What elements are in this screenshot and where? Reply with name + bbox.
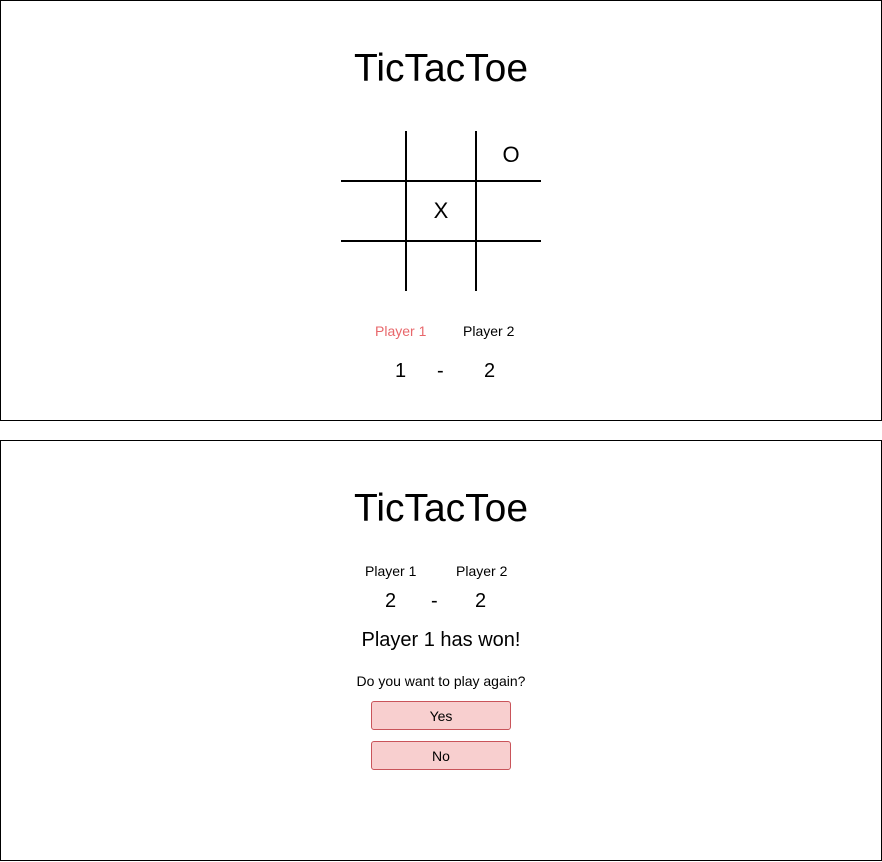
game-title: TicTacToe	[353, 47, 529, 90]
score-separator: -	[431, 590, 438, 612]
winner-message: Player 1 has won!	[361, 629, 521, 651]
play-again-prompt: Do you want to play again?	[356, 673, 526, 689]
board-cell-1[interactable]	[341, 131, 405, 179]
player-1-score: 2	[385, 590, 397, 612]
board-grid-line	[341, 240, 541, 242]
board-grid-line	[341, 180, 541, 182]
player-2-label: Player 2	[463, 323, 515, 339]
player-2-score: 2	[475, 590, 487, 612]
result-title: TicTacToe	[353, 487, 529, 530]
board-cell-4[interactable]	[341, 187, 405, 235]
board-cell-6[interactable]	[479, 187, 543, 235]
no-button[interactable]: No	[371, 741, 511, 770]
board-grid-line	[405, 131, 407, 291]
yes-button[interactable]: Yes	[371, 701, 511, 730]
board-cell-3[interactable]: O	[479, 131, 543, 179]
board-cell-7[interactable]	[341, 243, 405, 291]
board-cell-5[interactable]: X	[409, 187, 473, 235]
game-board: O X	[341, 131, 541, 291]
score-separator: -	[437, 360, 444, 382]
result-panel: TicTacToe Player 1 Player 2 2 - 2 Player…	[0, 440, 882, 861]
player-1-score: 1	[395, 360, 407, 382]
player-2-score: 2	[484, 360, 496, 382]
board-cell-2[interactable]	[409, 131, 473, 179]
player-1-label: Player 1	[365, 563, 417, 579]
board-cell-8[interactable]	[409, 243, 473, 291]
board-cell-9[interactable]	[479, 243, 543, 291]
game-panel: TicTacToe O X Player 1 Player 2 1 - 2	[0, 0, 882, 421]
player-1-label: Player 1	[375, 323, 427, 339]
player-2-label: Player 2	[456, 563, 508, 579]
board-grid-line	[475, 131, 477, 291]
